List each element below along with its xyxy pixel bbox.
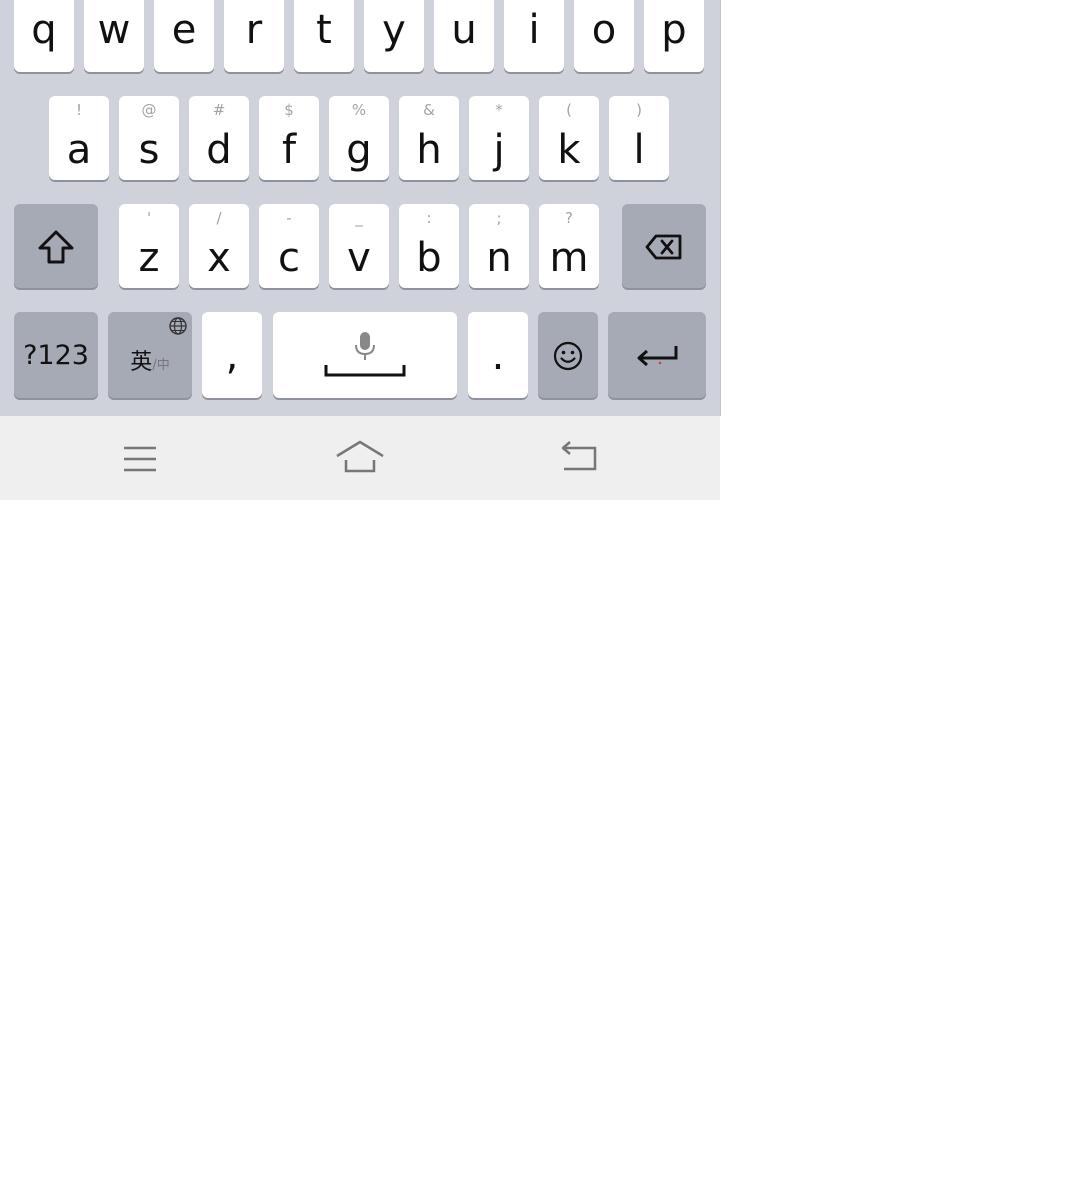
key-label: r [245,7,263,53]
shift-arrow-icon [38,230,74,264]
soft-keyboard: 1 q 2 w 3 e 4 r 5 t 6 y 7 u 8 i 9 o 0 p … [0,0,721,416]
backspace-key[interactable] [622,204,706,288]
key-label: k [557,127,581,173]
space-bar-icon [324,365,406,377]
key-label: u [451,7,477,53]
key-label: e [171,7,197,53]
key-hint: ' [146,209,152,227]
backspace-icon [645,234,682,260]
key-r[interactable]: 4 r [224,0,284,72]
key-hint: * [495,101,503,119]
back-icon [561,441,597,471]
symbols-key-label: ?123 [23,340,89,371]
enter-arrow-icon [637,346,678,367]
period-key[interactable]: . [468,312,528,398]
key-o[interactable]: 9 o [574,0,634,72]
key-label: l [633,127,645,173]
menu-icon [124,446,156,472]
symbols-key[interactable]: ?123 [14,312,98,398]
key-u[interactable]: 7 u [434,0,494,72]
key-hint: $ [284,101,294,119]
key-label: d [206,127,232,173]
key-label: s [138,127,160,173]
language-switch-key[interactable]: 英/中 [108,312,192,398]
key-label: a [66,127,92,173]
key-label: w [97,7,131,53]
key-hint: ( [566,101,572,119]
key-label: c [278,235,300,281]
key-e[interactable]: 3 e [154,0,214,72]
key-label: y [382,7,406,53]
key-label: z [138,235,160,281]
key-label: q [31,7,57,53]
key-h[interactable]: & h [399,96,459,180]
space-key[interactable] [273,312,457,398]
key-hint: & [423,101,435,119]
key-t[interactable]: 5 t [294,0,354,72]
key-p[interactable]: 0 p [644,0,704,72]
emoji-key[interactable] [538,312,598,398]
globe-icon [169,317,187,335]
language-sub-label: /中 [152,358,170,373]
key-label: g [346,127,372,173]
navigation-bar [0,416,720,500]
key-label: f [281,127,297,173]
key-s[interactable]: @ s [119,96,179,180]
key-b[interactable]: : b [399,204,459,288]
language-label: 英/中 [108,344,192,376]
key-label: m [549,235,589,281]
key-hint: - [286,209,292,227]
comma-key-label: , [225,333,239,379]
period-key-label: . [491,333,505,379]
comma-key[interactable]: , [202,312,262,398]
key-label: i [528,7,540,53]
key-i[interactable]: 8 i [504,0,564,72]
home-button[interactable] [335,438,385,478]
home-icon [336,440,384,473]
key-g[interactable]: % g [329,96,389,180]
key-c[interactable]: - c [259,204,319,288]
back-button[interactable] [555,438,605,478]
enter-key[interactable] [608,312,706,398]
key-k[interactable]: ( k [539,96,599,180]
key-label: j [493,127,505,173]
menu-button[interactable] [115,438,165,478]
key-d[interactable]: # d [189,96,249,180]
key-label: x [207,235,231,281]
key-label: n [486,235,512,281]
key-z[interactable]: ' z [119,204,179,288]
key-n[interactable]: ; n [469,204,529,288]
key-hint: # [212,101,226,119]
key-q[interactable]: 1 q [14,0,74,72]
key-label: h [416,127,442,173]
key-label: p [661,7,687,53]
key-label: b [416,235,442,281]
key-m[interactable]: ? m [539,204,599,288]
key-j[interactable]: * j [469,96,529,180]
key-a[interactable]: ! a [49,96,109,180]
shift-key[interactable] [14,204,98,288]
key-hint: % [351,101,367,119]
key-y[interactable]: 6 y [364,0,424,72]
key-w[interactable]: 2 w [84,0,144,72]
key-label: o [591,7,617,53]
key-label: t [316,7,332,53]
key-x[interactable]: / x [189,204,249,288]
key-hint: ! [75,101,82,119]
microphone-icon [355,332,375,360]
key-l[interactable]: ) l [609,96,669,180]
key-label: v [347,235,371,281]
key-hint: ? [565,209,573,227]
key-f[interactable]: $ f [259,96,319,180]
key-hint: _ [355,209,363,227]
language-main-label: 英 [130,350,153,375]
key-hint: ; [496,209,502,227]
key-hint: ) [636,101,642,119]
key-hint: : [426,209,432,227]
key-hint: / [216,209,222,227]
emoji-smile-icon [553,341,583,371]
key-v[interactable]: _ v [329,204,389,288]
key-hint: @ [141,101,157,119]
